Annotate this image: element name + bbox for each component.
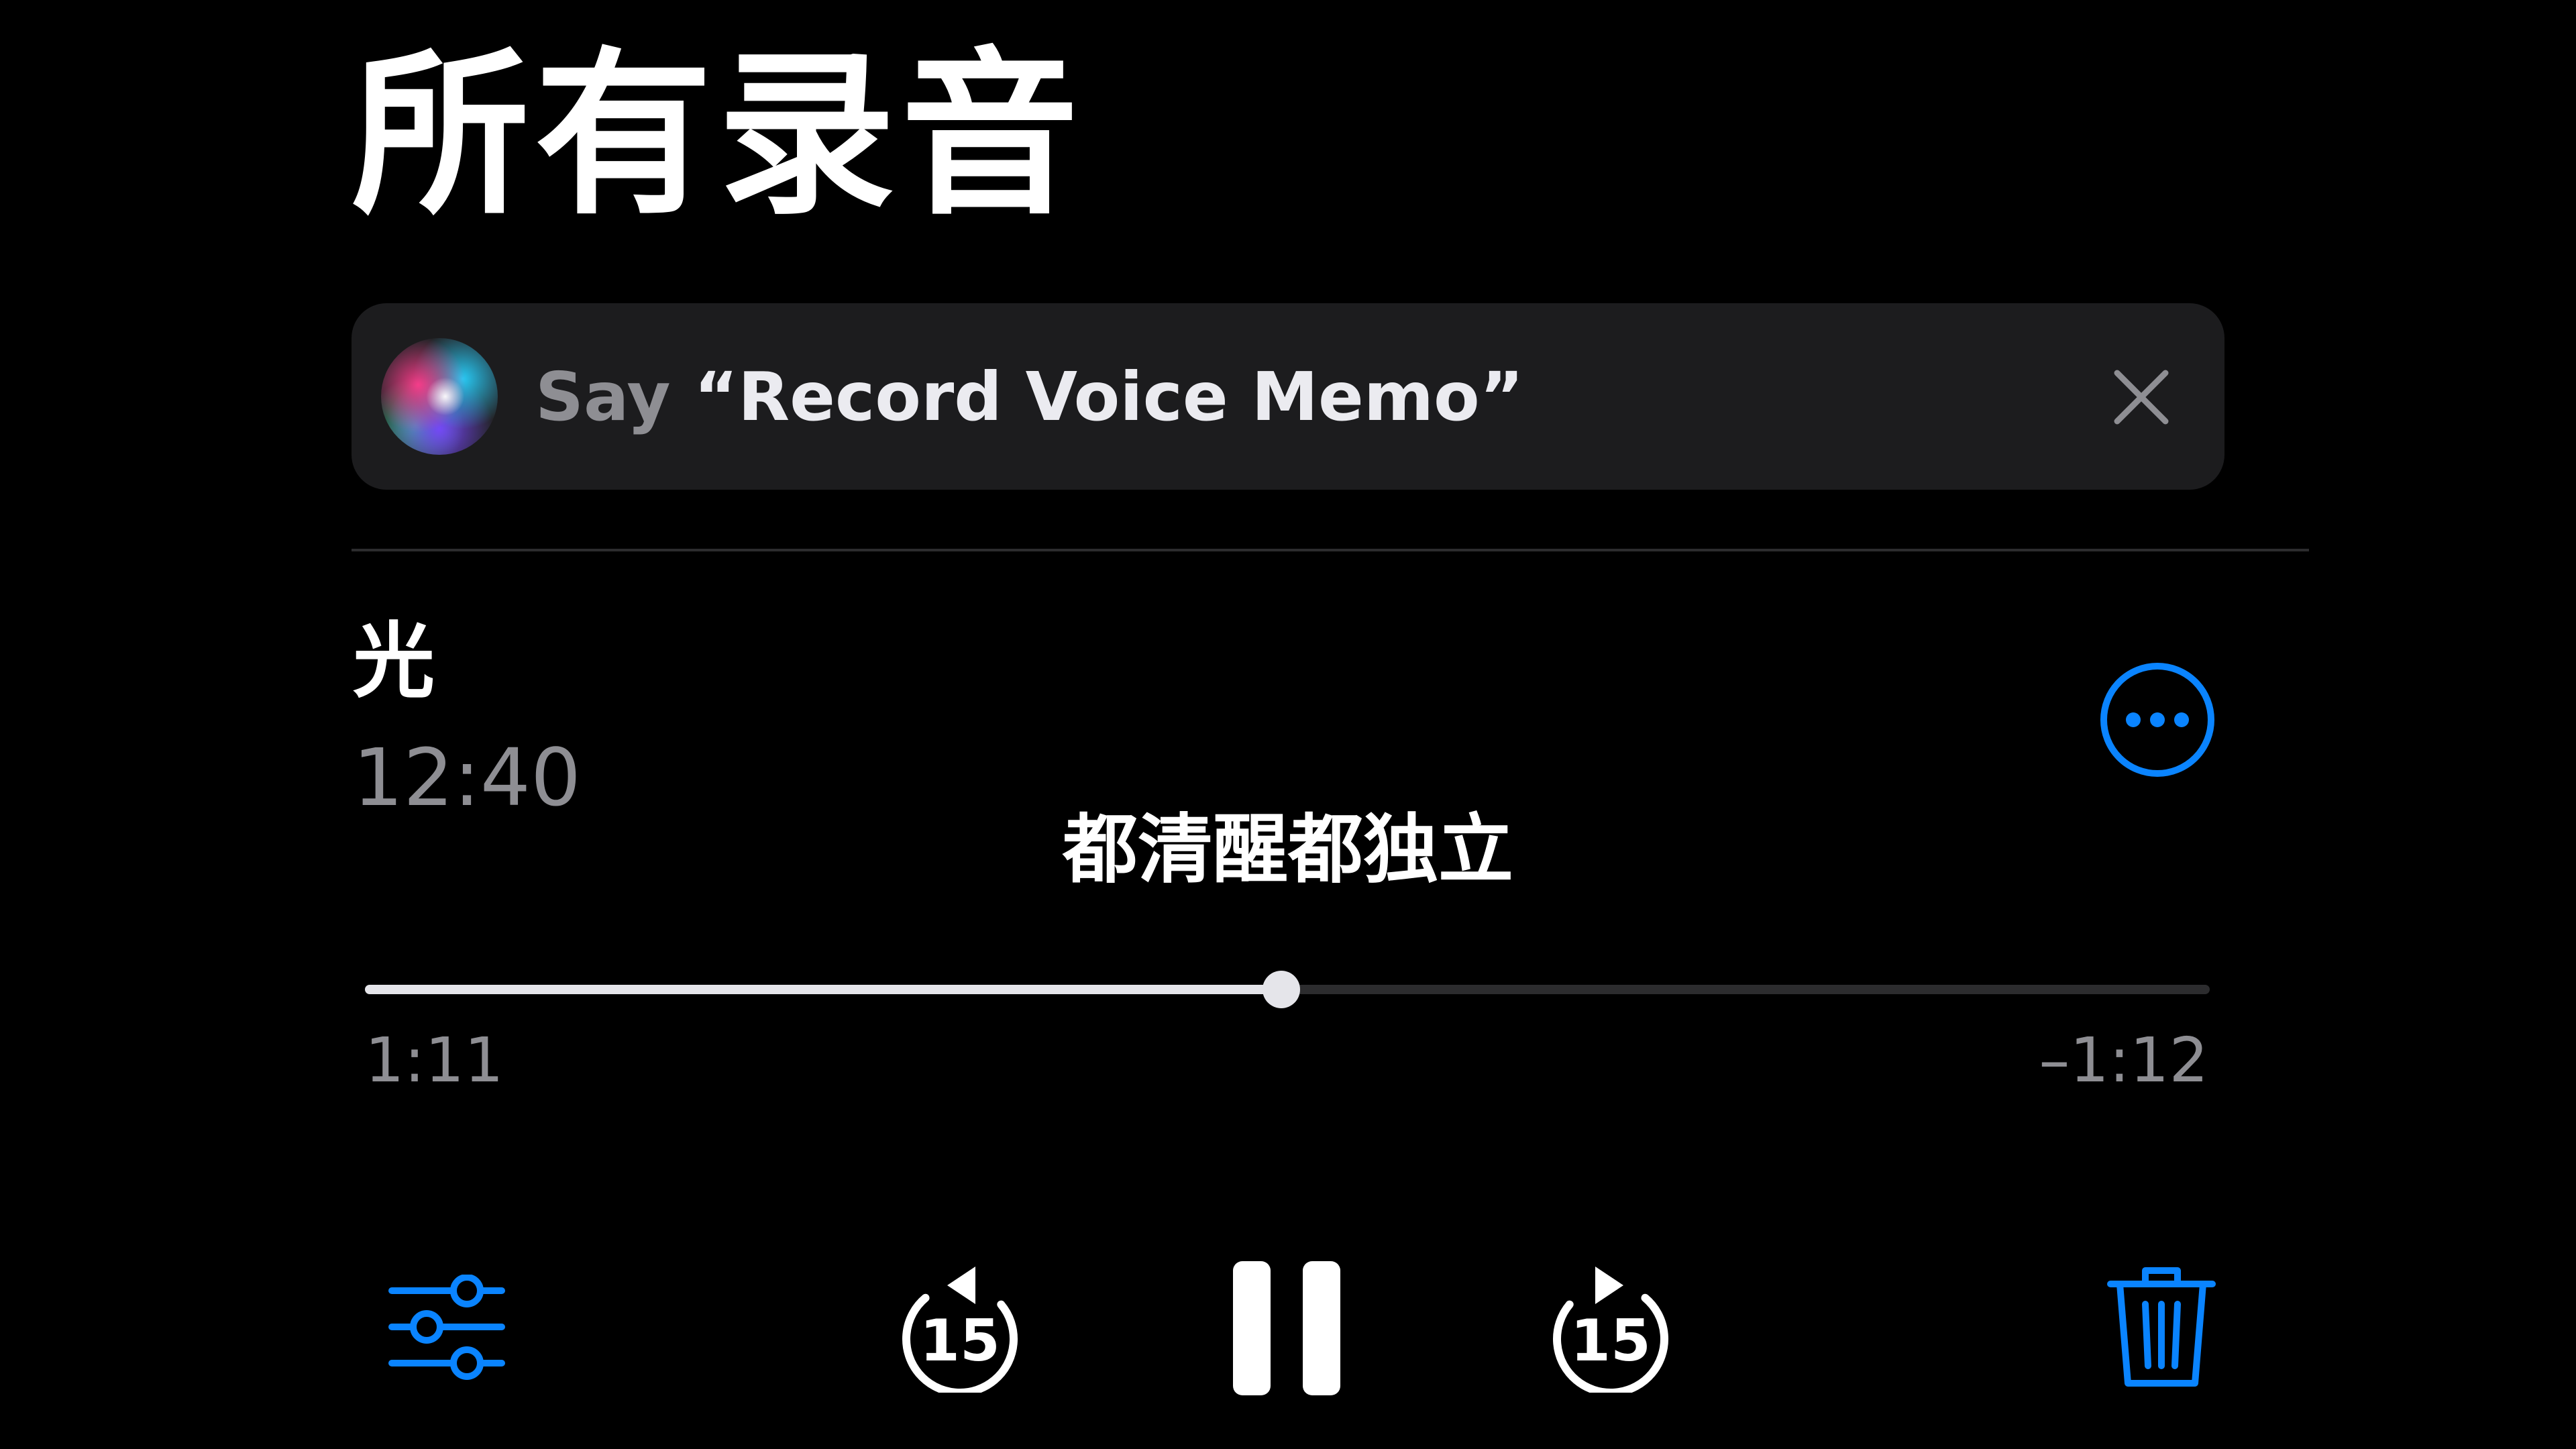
voice-memos-screen: 所有录音 Say “Record Voice Memo” 光 12:40 都清醒… [0, 0, 2576, 1449]
recording-title[interactable]: 光 [353, 621, 435, 702]
siri-say-label: Say [535, 358, 694, 436]
page-title: 所有录音 [352, 32, 1084, 239]
scrubber-thumb[interactable] [1262, 971, 1300, 1008]
remaining-time: –1:12 [2039, 1024, 2208, 1096]
trash-icon[interactable] [2106, 1264, 2216, 1391]
ellipsis-circle-icon[interactable] [2098, 661, 2216, 779]
playback-scrubber[interactable] [365, 971, 2210, 1008]
siri-suggestion-banner[interactable]: Say “Record Voice Memo” [352, 303, 2224, 490]
skip-back-seconds: 15 [920, 1307, 1000, 1375]
siri-orb-icon [381, 338, 498, 455]
siri-suggestion-text: Say “Record Voice Memo” [535, 357, 1523, 437]
sliders-icon[interactable] [388, 1275, 506, 1382]
close-icon[interactable] [2112, 368, 2171, 427]
skip-forward-seconds: 15 [1570, 1307, 1651, 1375]
skip-forward-15-icon[interactable]: 15 [1547, 1258, 1674, 1393]
elapsed-time: 1:11 [365, 1024, 504, 1096]
section-divider [352, 549, 2309, 551]
scrubber-fill [365, 985, 1281, 994]
pause-icon[interactable] [1233, 1261, 1340, 1395]
siri-phrase-label: “Record Voice Memo” [694, 358, 1524, 436]
skip-back-15-icon[interactable]: 15 [896, 1258, 1024, 1393]
video-subtitle: 都清醒都独立 [1063, 806, 1513, 894]
